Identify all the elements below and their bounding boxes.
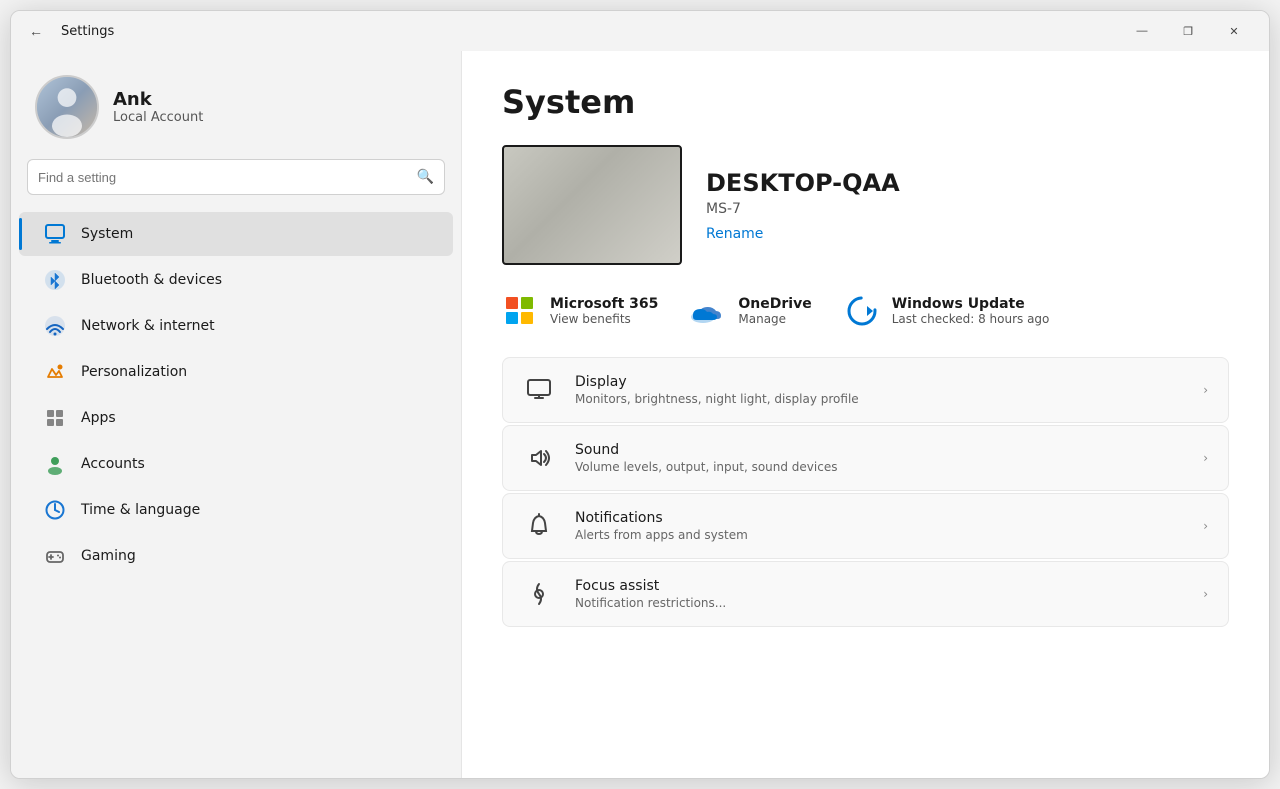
sound-title: Sound	[575, 442, 1183, 458]
notifications-chevron: ›	[1203, 519, 1208, 533]
sound-chevron: ›	[1203, 451, 1208, 465]
focus-title: Focus assist	[575, 578, 1183, 594]
network-icon	[43, 314, 67, 338]
display-title: Display	[575, 374, 1183, 390]
quick-links: Microsoft 365 View benefits OneDr	[502, 293, 1229, 329]
microsoft365-title: Microsoft 365	[550, 296, 658, 312]
time-icon	[43, 498, 67, 522]
sidebar-item-gaming-label: Gaming	[81, 548, 136, 564]
settings-item-focus[interactable]: Focus assist Notification restrictions..…	[502, 561, 1229, 627]
window-title: Settings	[61, 24, 114, 39]
apps-icon	[43, 406, 67, 430]
sidebar-item-personalization[interactable]: Personalization	[19, 350, 453, 394]
sidebar-item-accounts[interactable]: Accounts	[19, 442, 453, 486]
minimize-button[interactable]: —	[1119, 15, 1165, 47]
notifications-desc: Alerts from apps and system	[575, 528, 1183, 542]
quick-link-microsoft365[interactable]: Microsoft 365 View benefits	[502, 293, 658, 329]
titlebar: ← Settings — ❐ ✕	[11, 11, 1269, 51]
focus-icon	[523, 578, 555, 610]
focus-chevron: ›	[1203, 587, 1208, 601]
onedrive-icon	[690, 293, 726, 329]
pc-info: DESKTOP-QAA MS-7 Rename	[706, 169, 900, 242]
sidebar-item-bluetooth[interactable]: Bluetooth & devices	[19, 258, 453, 302]
notifications-icon	[523, 510, 555, 542]
pc-model: MS-7	[706, 201, 900, 217]
user-profile[interactable]: Ank Local Account	[11, 67, 461, 159]
search-input[interactable]	[38, 170, 417, 185]
winupdate-title: Windows Update	[892, 296, 1050, 312]
sidebar-item-gaming[interactable]: Gaming	[19, 534, 453, 578]
quick-link-winupdate[interactable]: Windows Update Last checked: 8 hours ago	[844, 293, 1050, 329]
winupdate-subtitle: Last checked: 8 hours ago	[892, 312, 1050, 326]
onedrive-subtitle: Manage	[738, 312, 811, 326]
microsoft365-subtitle: View benefits	[550, 312, 658, 326]
main-content: System DESKTOP-QAA MS-7 Rename	[461, 51, 1269, 778]
close-button[interactable]: ✕	[1211, 15, 1257, 47]
settings-list: Display Monitors, brightness, night ligh…	[502, 357, 1229, 627]
microsoft365-icon	[502, 293, 538, 329]
sidebar-item-time[interactable]: Time & language	[19, 488, 453, 532]
sidebar-item-personalization-label: Personalization	[81, 364, 187, 380]
page-title: System	[502, 83, 1229, 121]
settings-item-notifications[interactable]: Notifications Alerts from apps and syste…	[502, 493, 1229, 559]
titlebar-left: ← Settings	[23, 19, 114, 43]
pc-hero-card: DESKTOP-QAA MS-7 Rename	[502, 145, 1229, 265]
onedrive-title: OneDrive	[738, 296, 811, 312]
content-area: Ank Local Account 🔍 System	[11, 51, 1269, 778]
notifications-title: Notifications	[575, 510, 1183, 526]
system-icon	[43, 222, 67, 246]
winupdate-icon	[844, 293, 880, 329]
search-bar: 🔍	[27, 159, 445, 195]
settings-item-sound[interactable]: Sound Volume levels, output, input, soun…	[502, 425, 1229, 491]
display-chevron: ›	[1203, 383, 1208, 397]
display-desc: Monitors, brightness, night light, displ…	[575, 392, 1183, 406]
back-button[interactable]: ←	[23, 19, 49, 43]
sidebar-item-bluetooth-label: Bluetooth & devices	[81, 272, 222, 288]
maximize-button[interactable]: ❐	[1165, 15, 1211, 47]
personalization-icon	[43, 360, 67, 384]
sound-icon	[523, 442, 555, 474]
quick-link-onedrive[interactable]: OneDrive Manage	[690, 293, 811, 329]
user-info: Ank Local Account	[113, 89, 203, 125]
sound-desc: Volume levels, output, input, sound devi…	[575, 460, 1183, 474]
sidebar-item-network-label: Network & internet	[81, 318, 215, 334]
display-icon	[523, 374, 555, 406]
user-name: Ank	[113, 89, 203, 110]
sidebar-item-apps[interactable]: Apps	[19, 396, 453, 440]
sidebar-item-accounts-label: Accounts	[81, 456, 145, 472]
pc-thumbnail	[502, 145, 682, 265]
sidebar-item-apps-label: Apps	[81, 410, 116, 426]
accounts-icon	[43, 452, 67, 476]
settings-window: ← Settings — ❐ ✕	[10, 10, 1270, 779]
user-subtitle: Local Account	[113, 110, 203, 125]
window-controls: — ❐ ✕	[1119, 15, 1257, 47]
avatar	[35, 75, 99, 139]
sidebar-item-time-label: Time & language	[81, 502, 200, 518]
search-icon: 🔍	[417, 169, 434, 185]
sidebar-item-system[interactable]: System	[19, 212, 453, 256]
gaming-icon	[43, 544, 67, 568]
sidebar: Ank Local Account 🔍 System	[11, 51, 461, 778]
bluetooth-icon	[43, 268, 67, 292]
sidebar-item-system-label: System	[81, 226, 133, 242]
sidebar-item-network[interactable]: Network & internet	[19, 304, 453, 348]
pc-name: DESKTOP-QAA	[706, 169, 900, 197]
pc-rename-link[interactable]: Rename	[706, 226, 763, 242]
focus-desc: Notification restrictions...	[575, 596, 1183, 610]
settings-item-display[interactable]: Display Monitors, brightness, night ligh…	[502, 357, 1229, 423]
